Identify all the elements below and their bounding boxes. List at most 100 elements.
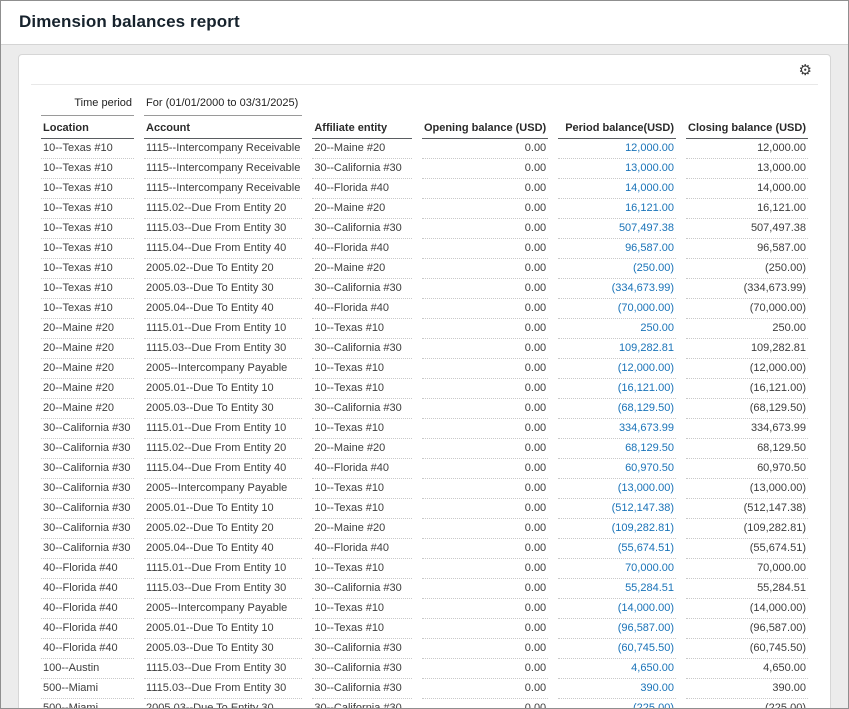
- cell-location: 40--Florida #40: [41, 619, 134, 639]
- cell-period-balance[interactable]: (225.00): [558, 699, 676, 709]
- column-header-opening-balance: Opening balance (USD): [422, 116, 548, 139]
- cell-period-balance[interactable]: (334,673.99): [558, 279, 676, 299]
- cell-period-balance[interactable]: (96,587.00): [558, 619, 676, 639]
- table-row: 500--Miami1115.03--Due From Entity 3030-…: [41, 679, 808, 699]
- table-row: 10--Texas #101115.03--Due From Entity 30…: [41, 219, 808, 239]
- gear-icon[interactable]: ⚙: [799, 63, 812, 78]
- column-header-closing-balance: Closing balance (USD): [686, 116, 808, 139]
- cell-period-balance[interactable]: (12,000.00): [558, 359, 676, 379]
- cell-account: 1115.03--Due From Entity 30: [144, 679, 302, 699]
- cell-period-balance[interactable]: (16,121.00): [558, 379, 676, 399]
- cell-period-balance[interactable]: 507,497.38: [558, 219, 676, 239]
- cell-period-balance[interactable]: (55,674.51): [558, 539, 676, 559]
- cell-account: 2005.04--Due To Entity 40: [144, 299, 302, 319]
- cell-account: 2005.01--Due To Entity 10: [144, 379, 302, 399]
- cell-account: 1115.04--Due From Entity 40: [144, 459, 302, 479]
- time-period-spacer: [312, 91, 808, 116]
- cell-affiliate-entity: 30--California #30: [312, 699, 412, 709]
- cell-closing-balance: (512,147.38): [686, 499, 808, 519]
- cell-affiliate-entity: 20--Maine #20: [312, 519, 412, 539]
- cell-opening-balance: 0.00: [422, 299, 548, 319]
- cell-location: 20--Maine #20: [41, 399, 134, 419]
- cell-period-balance[interactable]: 12,000.00: [558, 139, 676, 159]
- cell-closing-balance: (334,673.99): [686, 279, 808, 299]
- cell-opening-balance: 0.00: [422, 559, 548, 579]
- report-table-body: 10--Texas #10 1115--Intercompany Receivab…: [41, 139, 808, 709]
- cell-opening-balance: 0.00: [422, 399, 548, 419]
- cell-period-balance[interactable]: (70,000.00): [558, 299, 676, 319]
- cell-period-balance[interactable]: 390.00: [558, 679, 676, 699]
- cell-period-balance[interactable]: 55,284.51: [558, 579, 676, 599]
- cell-affiliate-entity: 30--California #30: [312, 659, 412, 679]
- cell-location: 40--Florida #40: [41, 639, 134, 659]
- table-row: 40--Florida #40 2005.01--Due To Entity 10…: [41, 619, 808, 639]
- cell-location: 40--Florida #40: [41, 599, 134, 619]
- cell-affiliate-entity: 40--Florida #40: [312, 539, 412, 559]
- cell-closing-balance: 60,970.50: [686, 459, 808, 479]
- cell-opening-balance: 0.00: [422, 679, 548, 699]
- time-period-label: Time period: [41, 91, 134, 116]
- cell-period-balance[interactable]: 13,000.00: [558, 159, 676, 179]
- cell-period-balance[interactable]: (68,129.50): [558, 399, 676, 419]
- cell-account: 1115.02--Due From Entity 20: [144, 439, 302, 459]
- table-row: 30--California #302005--Intercompany Pay…: [41, 479, 808, 499]
- cell-opening-balance: 0.00: [422, 479, 548, 499]
- cell-period-balance[interactable]: (512,147.38): [558, 499, 676, 519]
- cell-opening-balance: 0.00: [422, 579, 548, 599]
- table-row: 40--Florida #402005--Intercompany Payabl…: [41, 599, 808, 619]
- cell-location: 40--Florida #40: [41, 559, 134, 579]
- cell-closing-balance: (70,000.00): [686, 299, 808, 319]
- cell-closing-balance: 55,284.51: [686, 579, 808, 599]
- cell-account: 1115.03--Due From Entity 30: [144, 579, 302, 599]
- cell-affiliate-entity: 30--California #30: [312, 579, 412, 599]
- cell-opening-balance: 0.00: [422, 439, 548, 459]
- cell-opening-balance: 0.00: [422, 339, 548, 359]
- cell-period-balance[interactable]: (250.00): [558, 259, 676, 279]
- cell-period-balance[interactable]: 60,970.50: [558, 459, 676, 479]
- cell-closing-balance: (225.00): [686, 699, 808, 709]
- cell-period-balance[interactable]: (109,282.81): [558, 519, 676, 539]
- cell-location: 10--Texas #10: [41, 299, 134, 319]
- cell-opening-balance: 0.00: [422, 219, 548, 239]
- cell-closing-balance: 12,000.00: [686, 139, 808, 159]
- cell-closing-balance: 16,121.00: [686, 199, 808, 219]
- cell-period-balance[interactable]: 68,129.50: [558, 439, 676, 459]
- cell-opening-balance: 0.00: [422, 159, 548, 179]
- table-row: 30--California #301115.01--Due From Enti…: [41, 419, 808, 439]
- cell-opening-balance: 0.00: [422, 179, 548, 199]
- cell-account: 2005.03--Due To Entity 30: [144, 639, 302, 659]
- cell-closing-balance: 109,282.81: [686, 339, 808, 359]
- cell-affiliate-entity: 10--Texas #10: [312, 499, 412, 519]
- cell-opening-balance: 0.00: [422, 139, 548, 159]
- cell-affiliate-entity: 30--California #30: [312, 279, 412, 299]
- cell-period-balance[interactable]: 70,000.00: [558, 559, 676, 579]
- cell-period-balance[interactable]: 250.00: [558, 319, 676, 339]
- cell-closing-balance: (55,674.51): [686, 539, 808, 559]
- table-row: 20--Maine #202005.03--Due To Entity 3030…: [41, 399, 808, 419]
- cell-closing-balance: (68,129.50): [686, 399, 808, 419]
- column-header-row: Location Account Affiliate entity Openin…: [41, 116, 808, 139]
- cell-affiliate-entity: 40--Florida #40: [312, 239, 412, 259]
- cell-affiliate-entity: 20--Maine #20: [312, 199, 412, 219]
- cell-affiliate-entity: 10--Texas #10: [312, 559, 412, 579]
- cell-location: 30--California #30: [41, 479, 134, 499]
- cell-period-balance[interactable]: (14,000.00): [558, 599, 676, 619]
- cell-account: 1115.03--Due From Entity 30: [144, 339, 302, 359]
- cell-affiliate-entity: 40--Florida #40: [312, 179, 412, 199]
- card-toolbar: ⚙: [31, 61, 818, 85]
- column-header-affiliate-entity: Affiliate entity: [312, 116, 412, 139]
- cell-account: 1115--Intercompany Receivable: [144, 179, 302, 199]
- cell-period-balance[interactable]: 16,121.00: [558, 199, 676, 219]
- cell-account: 2005.03--Due To Entity 30: [144, 279, 302, 299]
- column-header-location: Location: [41, 116, 134, 139]
- cell-period-balance[interactable]: (13,000.00): [558, 479, 676, 499]
- cell-period-balance[interactable]: 14,000.00: [558, 179, 676, 199]
- cell-period-balance[interactable]: 4,650.00: [558, 659, 676, 679]
- cell-period-balance[interactable]: 334,673.99: [558, 419, 676, 439]
- cell-affiliate-entity: 30--California #30: [312, 339, 412, 359]
- cell-location: 10--Texas #10: [41, 179, 134, 199]
- cell-period-balance[interactable]: 96,587.00: [558, 239, 676, 259]
- cell-period-balance[interactable]: 109,282.81: [558, 339, 676, 359]
- cell-account: 2005.01--Due To Entity 10: [144, 619, 302, 639]
- cell-period-balance[interactable]: (60,745.50): [558, 639, 676, 659]
